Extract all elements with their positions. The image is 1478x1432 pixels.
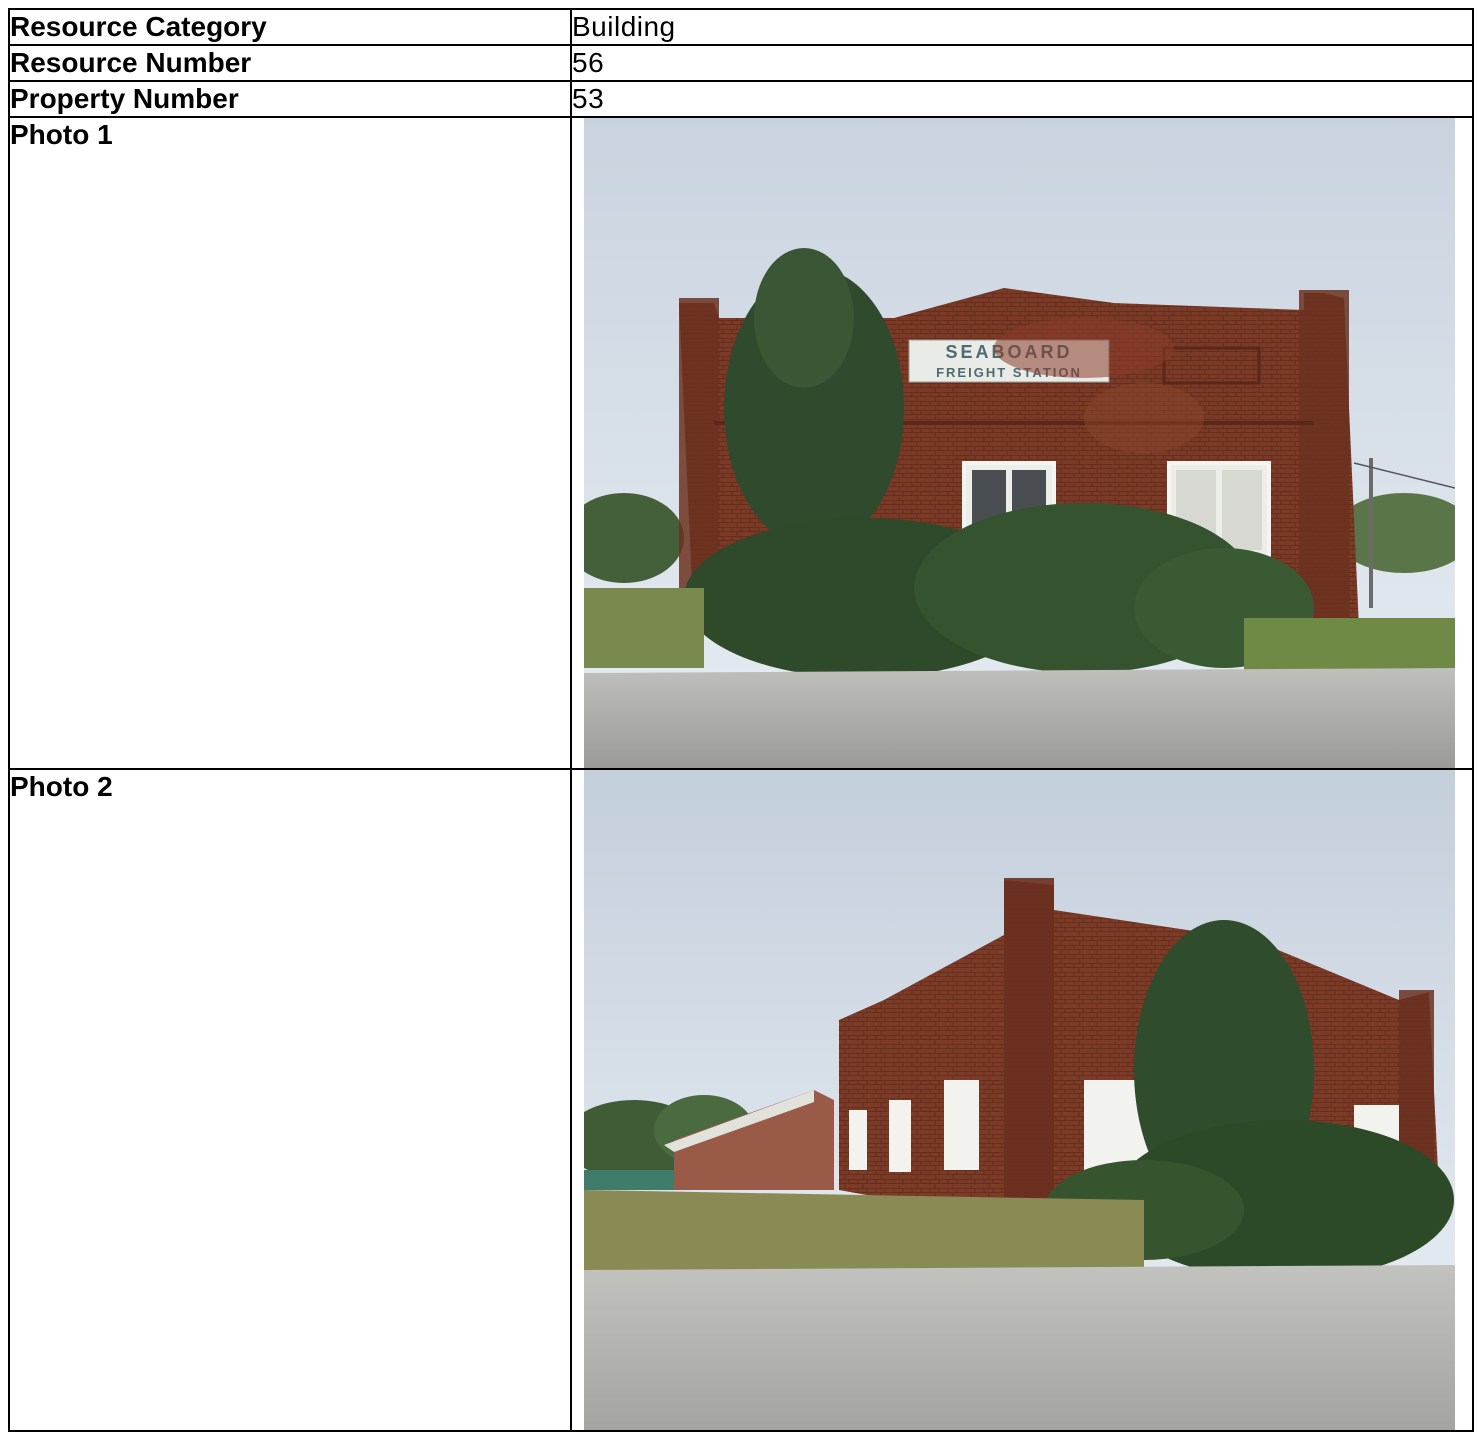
row-photo-2: Photo 2 — [8, 768, 1474, 1432]
property-number-value: 53 — [570, 80, 1474, 118]
row-resource-category: Resource Category Building — [8, 8, 1474, 46]
photo-2-image — [584, 771, 1455, 1429]
photo-2-cell — [570, 768, 1474, 1432]
photo-1-label: Photo 1 — [8, 116, 572, 770]
row-resource-number: Resource Number 56 — [8, 44, 1474, 82]
row-property-number: Property Number 53 — [8, 80, 1474, 118]
resource-number-label: Resource Number — [8, 44, 572, 82]
resource-category-value: Building — [570, 8, 1474, 46]
resource-table: Resource Category Building Resource Numb… — [8, 8, 1474, 1432]
property-number-label: Property Number — [8, 80, 572, 118]
building-front-photo: SEABOARD FREIGHT STATION — [584, 119, 1455, 767]
photo-1-cell: SEABOARD FREIGHT STATION — [570, 116, 1474, 770]
row-photo-1: Photo 1 FREIGHT STATION — [8, 116, 1474, 770]
photo-1-image: SEABOARD FREIGHT STATION — [584, 119, 1455, 767]
resource-category-label: Resource Category — [8, 8, 572, 46]
photo-2-label: Photo 2 — [8, 768, 572, 1432]
building-corner-photo — [584, 771, 1455, 1429]
resource-number-value: 56 — [570, 44, 1474, 82]
